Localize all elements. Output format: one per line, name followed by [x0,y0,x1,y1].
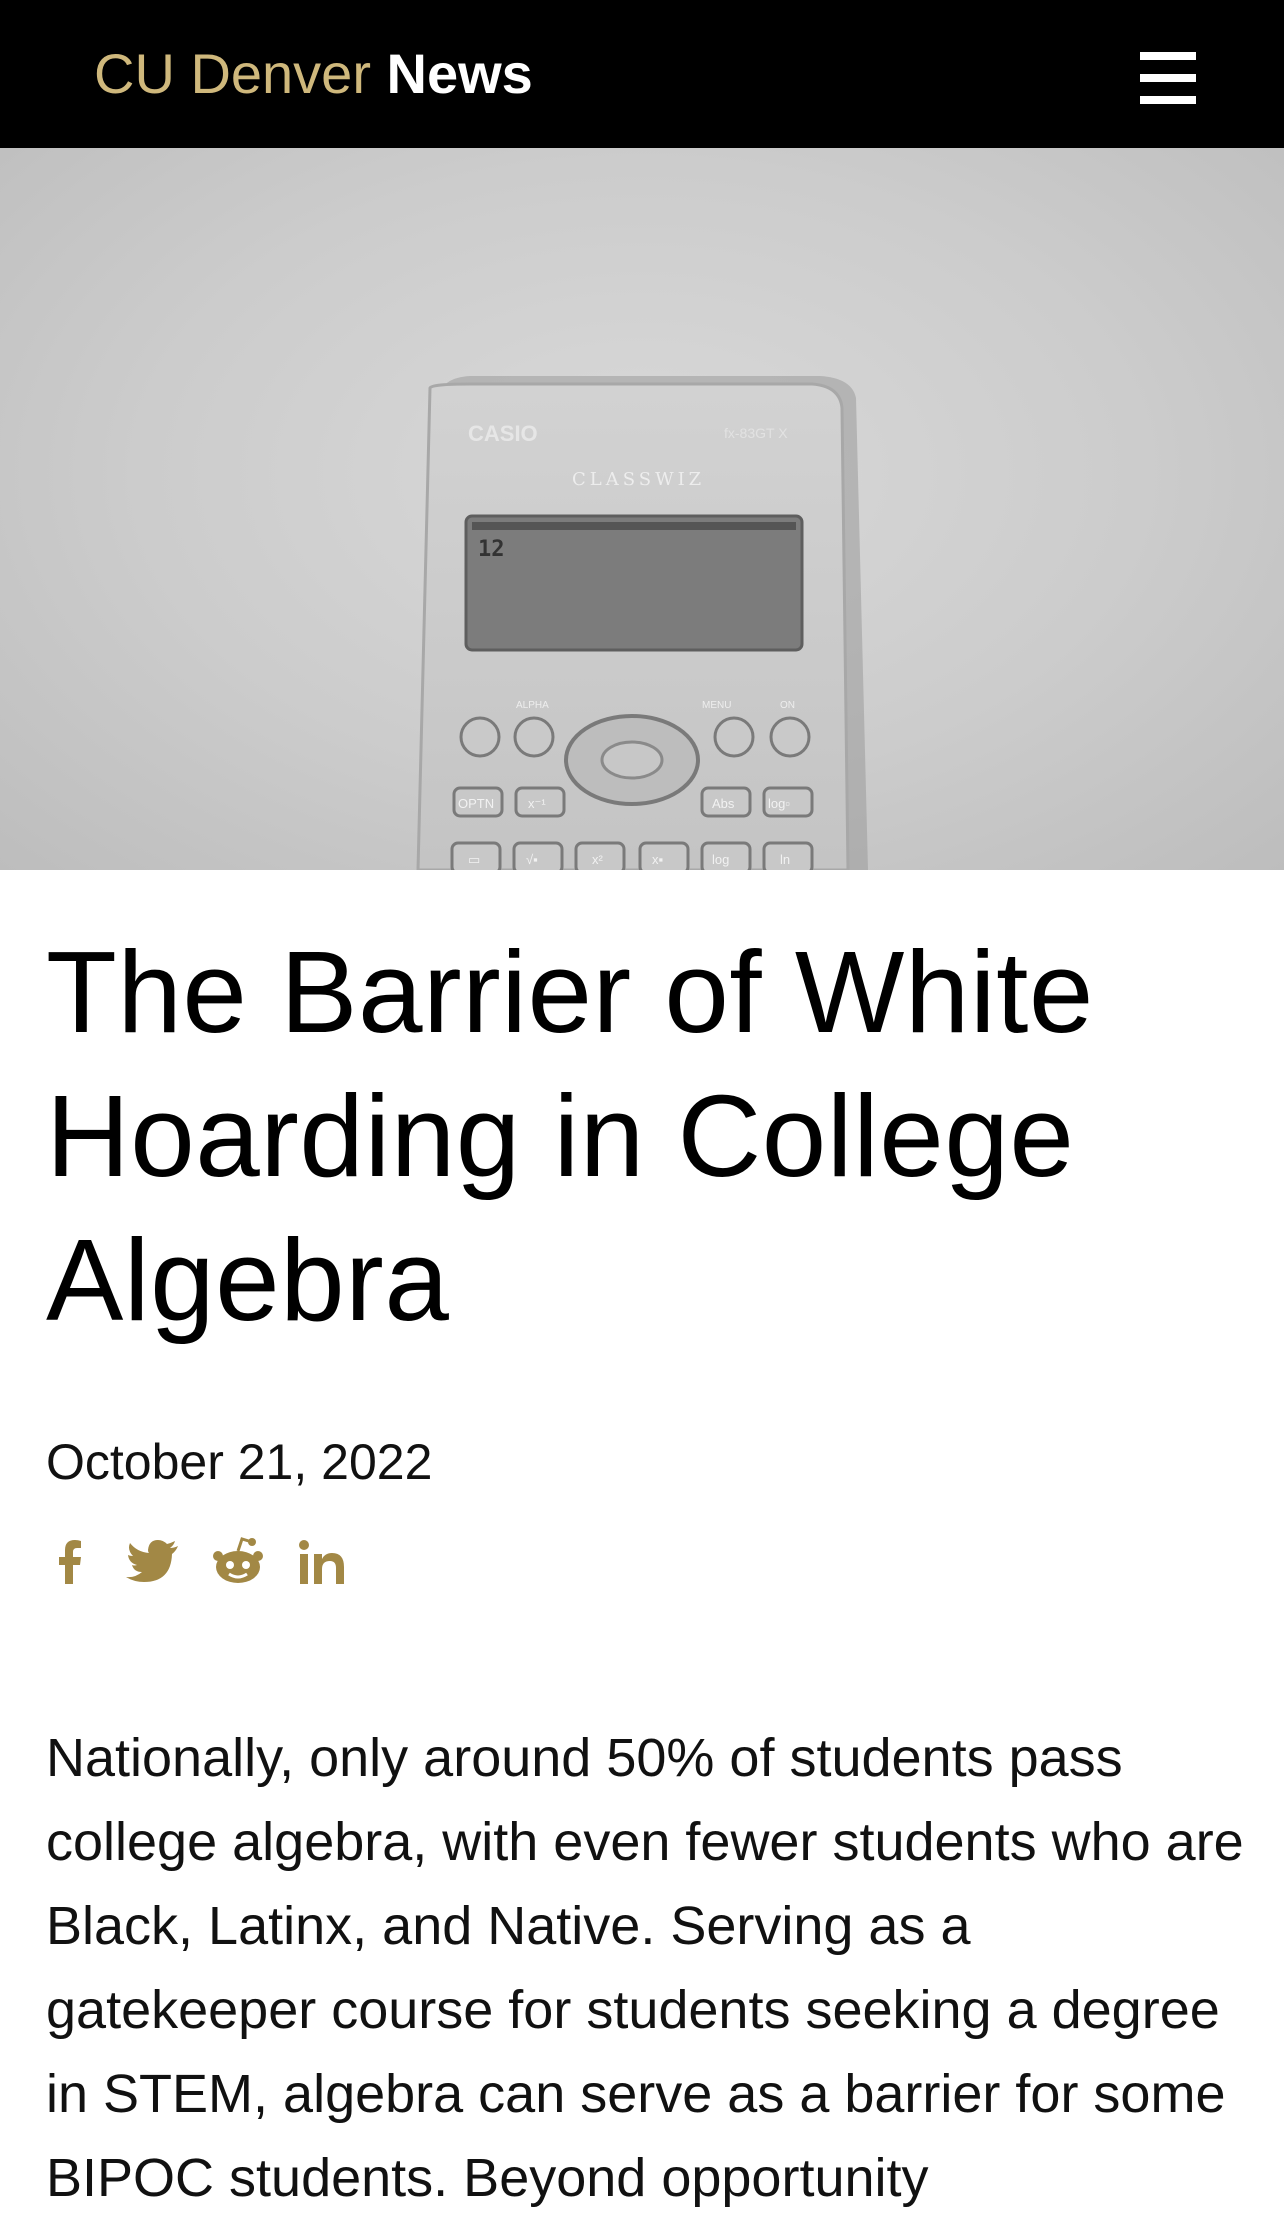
article-title: The Barrier of White Hoarding in College… [46,927,1094,1345]
share-bar [40,1532,376,1592]
article-date: October 21, 2022 [46,1434,433,1490]
svg-text:12: 12 [478,537,505,562]
svg-text:ON: ON [780,700,795,711]
svg-text:log: log [712,852,729,867]
brand-prefix: CU Denver [94,42,371,105]
svg-text:OPTN: OPTN [458,796,494,811]
hamburger-menu-icon[interactable] [1136,48,1200,108]
twitter-icon[interactable] [124,1534,184,1590]
svg-text:ALPHA: ALPHA [516,700,549,711]
svg-text:▭: ▭ [468,852,480,867]
svg-text:Abs: Abs [712,796,735,811]
svg-text:√▪: √▪ [526,852,538,867]
svg-text:CLASSWIZ: CLASSWIZ [572,469,705,490]
site-brand-link[interactable]: CU Denver News [94,36,533,112]
svg-text:MENU: MENU [702,700,731,711]
reddit-icon[interactable] [208,1534,268,1590]
calculator-brand-text: CASIO [468,421,538,446]
svg-text:x▪: x▪ [652,852,663,867]
top-navigation-bar: CU Denver News [0,0,1284,148]
svg-text:log▫: log▫ [768,796,790,811]
svg-text:x²: x² [592,852,604,867]
brand-suffix: News [386,42,533,105]
facebook-icon[interactable] [40,1534,100,1590]
hero-image: CASIO fx-83GT X CLASSWIZ 12 ALPHA MENU O… [0,148,1284,870]
svg-text:ln: ln [780,852,790,867]
svg-text:x⁻¹: x⁻¹ [528,796,546,811]
svg-text:fx-83GT X: fx-83GT X [724,425,788,441]
linkedin-icon[interactable] [292,1534,352,1590]
article-body: Nationally, only around 50% of students … [46,1728,1244,2208]
calculator-photo: CASIO fx-83GT X CLASSWIZ 12 ALPHA MENU O… [416,376,868,870]
